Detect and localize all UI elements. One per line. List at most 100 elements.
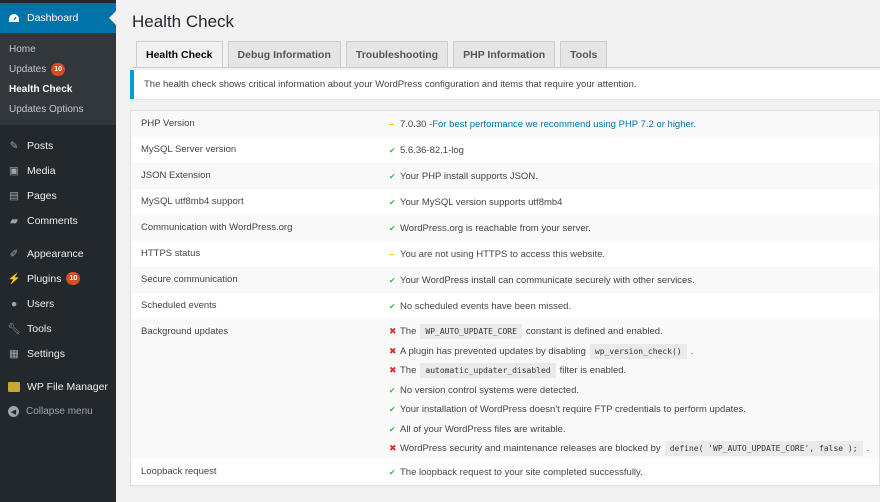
list-item: ✔ Your installation of WordPress doesn't … xyxy=(389,400,879,420)
sidebar-item-label: Comments xyxy=(27,214,78,227)
tab-php-information[interactable]: PHP Information xyxy=(453,41,556,67)
check-value: ✔ No scheduled events have been missed. xyxy=(381,293,879,319)
line-text: constant is defined and enabled. xyxy=(525,326,663,338)
check-value-text: WordPress.org is reachable from your ser… xyxy=(400,223,591,235)
pin-icon: ✎ xyxy=(9,139,19,152)
check-label: Secure communication xyxy=(141,274,238,285)
check-label: MySQL Server version xyxy=(141,144,237,155)
check-icon: ✔ xyxy=(389,224,396,234)
submenu-home[interactable]: Home xyxy=(0,39,116,59)
code-snippet: define( 'WP_AUTO_UPDATE_CORE', false ); xyxy=(664,441,863,457)
error-icon: ✖ xyxy=(389,443,397,454)
line-text: . xyxy=(866,443,870,455)
tab-tools[interactable]: Tools xyxy=(560,41,608,67)
check-value-list: ✖ The WP_AUTO_UPDATE_CORE constant is defin… xyxy=(381,319,879,459)
check-value: –7.0.30 - For best performance we recomm… xyxy=(381,111,879,137)
sidebar-item-appearance[interactable]: ✐ Appearance xyxy=(0,241,116,266)
sidebar-item-plugins[interactable]: ⚡ Plugins 10 xyxy=(0,266,116,291)
code-snippet: automatic_updater_disabled xyxy=(420,363,556,379)
sidebar-item-media[interactable]: ▣ Media xyxy=(0,158,116,183)
line-text: No version control systems were detected… xyxy=(400,384,579,396)
check-value: – You are not using HTTPS to access this … xyxy=(381,241,879,267)
tab-debug-information[interactable]: Debug Information xyxy=(227,41,341,67)
tab-health-check[interactable]: Health Check xyxy=(136,41,223,68)
submenu-label: Health Check xyxy=(9,83,73,95)
sidebar-item-dashboard[interactable]: Dashboard xyxy=(0,3,116,33)
error-icon: ✖ xyxy=(389,345,397,356)
check-icon: ✔ xyxy=(389,405,396,415)
check-value: ✔ Your MySQL version supports utf8mb4 xyxy=(381,189,879,215)
check-icon: ✔ xyxy=(389,198,396,208)
check-label: PHP Version xyxy=(141,118,195,129)
sidebar-item-users[interactable]: ● Users xyxy=(0,291,116,316)
check-value-text: Your MySQL version supports utf8mb4 xyxy=(400,197,563,209)
sidebar-item-comments[interactable]: ▰ Comments xyxy=(0,208,116,233)
line-text: All of your WordPress files are writable… xyxy=(400,423,566,435)
table-row: HTTPS status – You are not using HTTPS to… xyxy=(131,241,879,267)
code-snippet: wp_version_check() xyxy=(589,343,687,359)
collapse-menu-button[interactable]: ◀ Collapse menu xyxy=(0,399,116,424)
table-row: MySQL Server version ✔ 5.6.36-82.1-log xyxy=(131,137,879,163)
submenu-updates[interactable]: Updates 10 xyxy=(0,59,116,79)
main-content: Health Check Health Check Debug Informat… xyxy=(116,0,880,502)
check-value-text: Your PHP install supports JSON. xyxy=(400,171,538,183)
check-label: HTTPS status xyxy=(141,248,201,259)
submenu-updates-options[interactable]: Updates Options xyxy=(0,99,116,119)
check-icon: ✔ xyxy=(389,467,396,477)
check-icon: ✔ xyxy=(389,276,396,286)
check-label: JSON Extension xyxy=(141,170,211,181)
submenu-health-check[interactable]: Health Check xyxy=(0,79,116,99)
info-notice: The health check shows critical informat… xyxy=(130,70,880,99)
code-snippet: WP_AUTO_UPDATE_CORE xyxy=(420,324,522,340)
sidebar-item-tools[interactable]: 🔧︎ Tools xyxy=(0,316,116,341)
line-text: A plugin has prevented updates by disabl… xyxy=(400,345,586,357)
list-item: ✖ The automatic_updater_disabled filter is … xyxy=(389,361,879,381)
notice-text: The health check shows critical informat… xyxy=(144,79,637,90)
table-row: Communication with WordPress.org ✔ WordPr… xyxy=(131,215,879,241)
media-icon: ▣ xyxy=(9,164,19,177)
comment-icon: ▰ xyxy=(9,214,19,227)
sidebar-item-label: Settings xyxy=(27,347,65,360)
pages-icon: ▤ xyxy=(9,189,19,202)
error-icon: ✖ xyxy=(389,365,397,376)
check-value-text: The loopback request to your site comple… xyxy=(400,466,643,478)
collapse-icon: ◀ xyxy=(8,406,19,417)
sidebar-item-pages[interactable]: ▤ Pages xyxy=(0,183,116,208)
check-icon: ✔ xyxy=(389,146,396,156)
table-row: Scheduled events ✔ No scheduled events ha… xyxy=(131,293,879,319)
collapse-label: Collapse menu xyxy=(26,406,93,417)
sidebar-item-posts[interactable]: ✎ Posts xyxy=(0,133,116,158)
php-recommendation-link[interactable]: For best performance we recommend using … xyxy=(432,119,696,130)
line-text: . xyxy=(690,345,694,357)
sidebar-item-label: Users xyxy=(27,297,55,310)
warning-icon: – xyxy=(389,119,395,131)
user-icon: ● xyxy=(10,297,18,310)
check-label: MySQL utf8mb4 support xyxy=(141,196,244,207)
page-title: Health Check xyxy=(132,12,235,31)
check-label: Communication with WordPress.org xyxy=(141,222,293,233)
settings-icon: ▦ xyxy=(9,347,19,360)
check-label: Loopback request xyxy=(141,465,217,477)
submenu-label: Home xyxy=(9,43,36,55)
table-row: Secure communication ✔ Your WordPress ins… xyxy=(131,267,879,293)
check-value-text: You are not using HTTPS to access this w… xyxy=(400,249,606,261)
list-item: ✖ A plugin has prevented updates by disab… xyxy=(389,342,879,362)
check-value-text: No scheduled events have been missed. xyxy=(400,301,572,313)
table-row: JSON Extension ✔ Your PHP install support… xyxy=(131,163,879,189)
table-row: PHP Version –7.0.30 - For best performan… xyxy=(131,111,879,137)
line-text: The xyxy=(400,365,417,377)
check-value: ✔ Your WordPress install can communicate … xyxy=(381,267,879,293)
plugin-icon: ⚡ xyxy=(7,273,21,285)
wrench-icon: 🔧︎ xyxy=(7,323,21,335)
tab-troubleshooting[interactable]: Troubleshooting xyxy=(345,41,449,67)
sidebar-item-wp-file-manager[interactable]: WP File Manager xyxy=(0,374,116,399)
submenu-label: Updates xyxy=(9,63,47,75)
sidebar-item-label: Media xyxy=(27,164,56,177)
admin-sidebar: Dashboard Home Updates 10 Health Check Up… xyxy=(0,0,116,502)
sidebar-item-settings[interactable]: ▦ Settings xyxy=(0,341,116,366)
brush-icon: ✐ xyxy=(9,247,19,260)
check-icon: ✔ xyxy=(389,424,396,434)
health-check-table: PHP Version –7.0.30 - For best performan… xyxy=(130,110,880,486)
folder-icon xyxy=(8,381,20,393)
check-value-text: Your WordPress install can communicate s… xyxy=(400,275,695,287)
